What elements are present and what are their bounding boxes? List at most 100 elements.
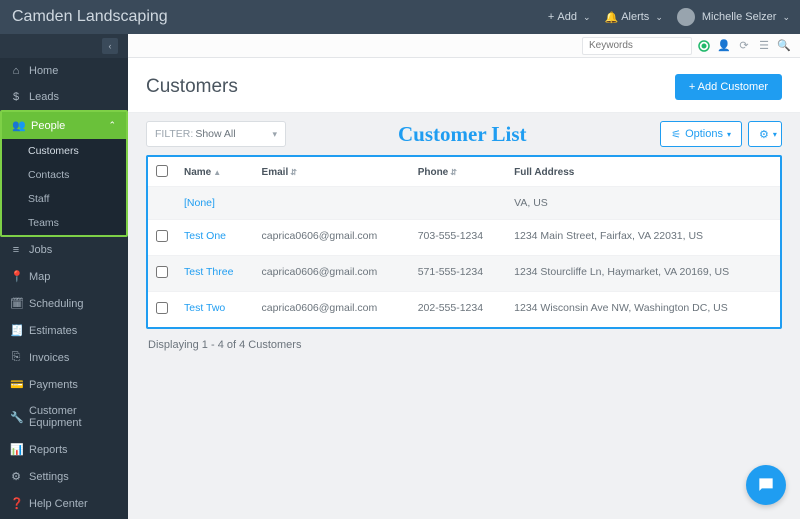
user-name-label: Michelle Selzer xyxy=(702,11,777,23)
sidebar-collapse-button[interactable]: ‹ xyxy=(102,38,118,54)
gear-icon: ⚙ xyxy=(10,470,22,483)
callout-text: Customer List xyxy=(398,122,527,147)
home-icon: ⌂ xyxy=(10,65,22,77)
cell-email: caprica0606@gmail.com xyxy=(254,220,410,256)
sidebar-subitem-staff[interactable]: Staff xyxy=(2,187,126,211)
cell-address: 1234 Main Street, Fairfax, VA 22031, US xyxy=(506,220,780,256)
top-bar: Camden Landscaping + Add ⌄ 🔔 Alerts ⌄ Mi… xyxy=(0,0,800,34)
cell-email: caprica0606@gmail.com xyxy=(254,292,410,328)
list-icon: ≡ xyxy=(10,244,22,256)
sidebar-item-label: Jobs xyxy=(29,244,52,256)
options-button[interactable]: ⚟ Options ▾ xyxy=(660,121,742,147)
cell-phone xyxy=(410,187,506,220)
table-footer: Displaying 1 - 4 of 4 Customers xyxy=(146,329,782,361)
row-checkbox[interactable] xyxy=(156,230,168,242)
page-title: Customers xyxy=(146,76,238,98)
sidebar-collapse-row: ‹ xyxy=(0,34,128,58)
filter-dropdown[interactable]: FILTER: Show All xyxy=(146,121,286,147)
add-menu[interactable]: + Add ⌄ xyxy=(548,11,591,23)
sidebar-item-customer-equipment[interactable]: 🔧 Customer Equipment xyxy=(0,398,128,436)
sidebar-subitem-label: Contacts xyxy=(28,169,69,181)
person-icon[interactable]: 👤 xyxy=(716,38,732,54)
sidebar-item-label: Scheduling xyxy=(29,298,83,310)
main-area: 👤 ⟳ ☰ 🔍 Customers + Add Customer FILTER:… xyxy=(128,34,800,519)
chat-fab[interactable] xyxy=(746,465,786,505)
sidebar-item-label: Home xyxy=(29,65,58,77)
pin-icon: 📍 xyxy=(10,270,22,283)
caret-down-icon: ▾ xyxy=(773,130,777,139)
customer-name-link[interactable]: Test One xyxy=(184,230,226,242)
sidebar-item-label: Reports xyxy=(29,444,68,456)
search-icon[interactable]: 🔍 xyxy=(776,38,792,54)
user-menu[interactable]: Michelle Selzer ⌄ xyxy=(677,8,790,26)
alerts-menu[interactable]: 🔔 Alerts ⌄ xyxy=(604,11,662,24)
sidebar-subitem-customers[interactable]: Customers xyxy=(2,139,126,163)
chevron-down-icon: ⌄ xyxy=(782,12,790,23)
col-email[interactable]: Email⇵ xyxy=(254,157,410,187)
sidebar-item-label: Help Center xyxy=(29,498,88,510)
sidebar-item-label: People xyxy=(31,120,65,132)
sidebar-item-estimates[interactable]: 🧾 Estimates xyxy=(0,317,128,344)
sidebar-item-reports[interactable]: 📊 Reports xyxy=(0,436,128,463)
alerts-menu-label: Alerts xyxy=(621,11,649,23)
sidebar-item-home[interactable]: ⌂ Home xyxy=(0,58,128,84)
list-view-icon[interactable]: ☰ xyxy=(756,38,772,54)
cell-email: caprica0606@gmail.com xyxy=(254,256,410,292)
row-checkbox[interactable] xyxy=(156,266,168,278)
customer-name-link[interactable]: Test Two xyxy=(184,302,225,314)
sidebar-subitem-label: Teams xyxy=(28,217,59,229)
people-highlight: 👥 People ⌃ Customers Contacts Staff Team… xyxy=(0,110,128,237)
table-row: Test Two caprica0606@gmail.com 202-555-1… xyxy=(148,292,780,328)
table-row: [None] VA, US xyxy=(148,187,780,220)
cell-phone: 202-555-1234 xyxy=(410,292,506,328)
search-toolbar: 👤 ⟳ ☰ 🔍 xyxy=(128,34,800,58)
customer-name-link[interactable]: Test Three xyxy=(184,266,233,278)
sidebar-item-payments[interactable]: 💳 Payments xyxy=(0,371,128,398)
select-all-checkbox[interactable] xyxy=(156,165,168,177)
sidebar-item-settings[interactable]: ⚙ Settings xyxy=(0,463,128,490)
sort-icon: ⇵ xyxy=(450,168,457,177)
sidebar-subitem-contacts[interactable]: Contacts xyxy=(2,163,126,187)
sidebar-item-label: Map xyxy=(29,271,50,283)
avatar xyxy=(677,8,695,26)
col-address[interactable]: Full Address xyxy=(506,157,780,187)
sidebar-item-leads[interactable]: $ Leads xyxy=(0,84,128,110)
bell-icon: 🔔 xyxy=(604,11,618,24)
filter-prefix: FILTER: xyxy=(155,128,193,140)
keywords-input[interactable] xyxy=(582,37,692,55)
sidebar-subitem-label: Customers xyxy=(28,145,79,157)
table-header-row: Name▲ Email⇵ Phone⇵ Full Address xyxy=(148,157,780,187)
sidebar-item-people[interactable]: 👥 People ⌃ xyxy=(2,112,126,139)
refresh-icon[interactable]: ⟳ xyxy=(736,38,752,54)
row-checkbox[interactable] xyxy=(156,302,168,314)
cell-phone: 571-555-1234 xyxy=(410,256,506,292)
calendar-icon: 🗓 xyxy=(10,297,22,310)
sidebar: ‹ ⌂ Home $ Leads 👥 People ⌃ Customers Co… xyxy=(0,34,128,519)
filter-row: FILTER: Show All Customer List ⚟ Options… xyxy=(146,121,782,147)
sidebar-item-help-center[interactable]: ❓ Help Center xyxy=(0,490,128,517)
cell-email xyxy=(254,187,410,220)
sidebar-item-jobs[interactable]: ≡ Jobs xyxy=(0,237,128,263)
sidebar-item-label: Customer Equipment xyxy=(29,405,118,429)
table-row: Test Three caprica0606@gmail.com 571-555… xyxy=(148,256,780,292)
col-name[interactable]: Name▲ xyxy=(176,157,254,187)
sort-icon: ⇵ xyxy=(290,168,297,177)
sidebar-item-label: Payments xyxy=(29,379,78,391)
dollar-icon: $ xyxy=(10,91,22,103)
customer-name-link[interactable]: [None] xyxy=(184,197,215,209)
sidebar-item-invoices[interactable]: ⎘ Invoices xyxy=(0,344,128,371)
add-customer-button[interactable]: + Add Customer xyxy=(675,74,782,100)
sidebar-item-label: Invoices xyxy=(29,352,69,364)
chart-icon: 📊 xyxy=(10,443,22,456)
people-icon: 👥 xyxy=(12,119,24,132)
cell-address: 1234 Stourcliffe Ln, Haymarket, VA 20169… xyxy=(506,256,780,292)
brand-title: Camden Landscaping xyxy=(12,8,168,26)
sidebar-item-map[interactable]: 📍 Map xyxy=(0,263,128,290)
caret-down-icon: ▾ xyxy=(727,130,731,139)
settings-button[interactable]: ⚙ ▾ xyxy=(748,121,782,147)
sidebar-item-scheduling[interactable]: 🗓 Scheduling xyxy=(0,290,128,317)
sidebar-subitem-teams[interactable]: Teams xyxy=(2,211,126,235)
target-icon[interactable] xyxy=(696,38,712,54)
col-phone[interactable]: Phone⇵ xyxy=(410,157,506,187)
content: FILTER: Show All Customer List ⚟ Options… xyxy=(128,113,800,379)
